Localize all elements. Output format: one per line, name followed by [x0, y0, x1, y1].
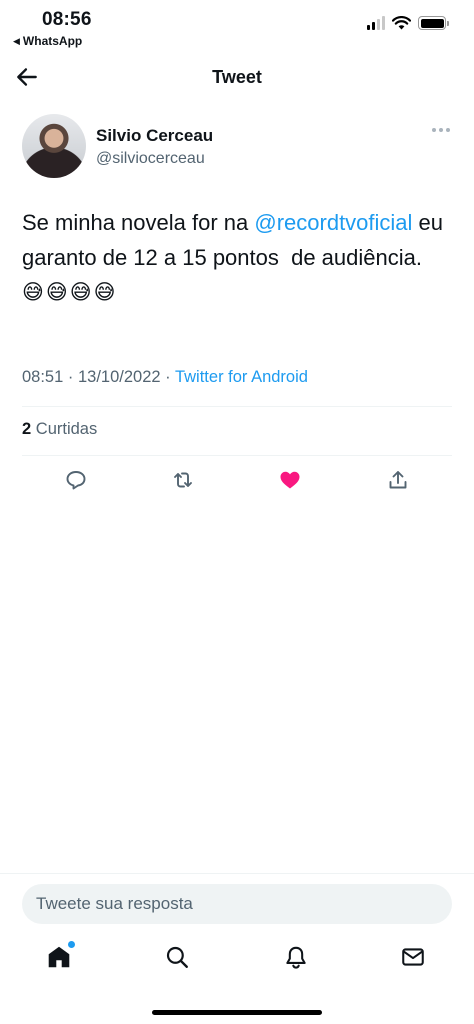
battery-icon	[418, 16, 449, 30]
mail-icon	[402, 948, 424, 966]
divider	[22, 455, 452, 456]
reply-button[interactable]	[62, 466, 90, 494]
retweet-icon	[174, 472, 192, 488]
retweet-button[interactable]	[169, 466, 197, 494]
tweet-source-link[interactable]: Twitter for Android	[175, 368, 308, 386]
nav-home[interactable]	[44, 941, 75, 972]
mention-link[interactable]: @recordtvoficial	[254, 210, 412, 235]
avatar[interactable]	[22, 114, 86, 178]
meta-separator: ·	[67, 368, 74, 386]
home-icon	[48, 946, 70, 968]
reply-bar	[0, 873, 474, 933]
likes-label: Curtidas	[35, 420, 98, 438]
heart-icon	[280, 471, 300, 489]
tweet-author: Silvio Cerceau @silviocerceau	[22, 114, 452, 180]
tweet-date: 13/10/2022	[77, 368, 161, 386]
page-title: Tweet	[212, 67, 262, 87]
emoji-row: 😅😅😅😅	[22, 280, 118, 304]
author-name[interactable]: Silvio Cerceau	[96, 126, 213, 146]
likes-count-link[interactable]: 2 Curtidas	[22, 420, 97, 439]
author-handle[interactable]: @silviocerceau	[96, 150, 205, 168]
bell-icon	[286, 946, 306, 969]
reply-input[interactable]	[22, 884, 452, 924]
cellular-signal-icon	[367, 16, 385, 30]
home-indicator	[152, 1010, 322, 1015]
wifi-icon	[392, 16, 411, 30]
meta-separator: ·	[165, 368, 171, 386]
status-time: 08:56	[42, 9, 92, 30]
tweet-time: 08:51	[22, 368, 64, 386]
tweet-actions	[0, 466, 474, 496]
nav-notifications[interactable]	[281, 942, 311, 972]
more-options-icon[interactable]	[432, 128, 450, 134]
back-to-app-link[interactable]: ◀ WhatsApp	[13, 34, 82, 48]
status-icons	[367, 16, 449, 30]
header: Tweet	[0, 52, 474, 102]
tweet-text-before: Se minha novela for na	[22, 210, 255, 235]
nav-search[interactable]	[162, 942, 192, 972]
like-button[interactable]	[276, 466, 304, 494]
tweet-meta: 08:51 · 13/10/2022 · Twitter for Android	[22, 368, 308, 387]
search-icon	[166, 946, 188, 968]
share-button[interactable]	[384, 466, 412, 494]
back-app-label: WhatsApp	[22, 34, 83, 48]
tweet-text: Se minha novela for na @recordtvoficial …	[22, 205, 444, 310]
comment-icon	[66, 471, 86, 490]
nav-messages[interactable]	[398, 942, 428, 972]
status-bar: 08:56 ◀ WhatsApp	[0, 0, 474, 52]
likes-count: 2	[22, 420, 32, 438]
notification-dot	[68, 941, 75, 948]
bottom-nav	[0, 934, 474, 984]
divider	[22, 406, 452, 407]
back-triangle-icon: ◀	[13, 35, 20, 46]
share-icon	[389, 471, 407, 489]
